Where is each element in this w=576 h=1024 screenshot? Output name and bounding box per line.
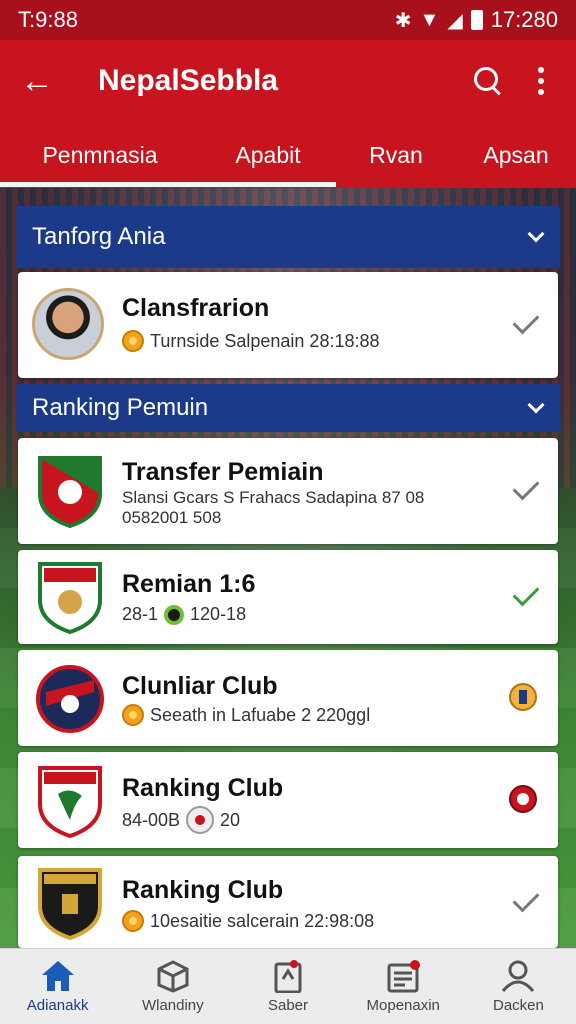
status-icons: ✱ ▼ ◢ 17:280 — [395, 7, 558, 33]
nav-label: Adianakk — [26, 997, 89, 1014]
chevron-down-icon — [527, 225, 545, 243]
more-options-icon[interactable] — [526, 57, 556, 105]
nav-label: Wlandiny — [141, 997, 204, 1014]
list-item[interactable]: Ranking Club 84-00B 20 — [18, 752, 558, 848]
checkmark-icon — [512, 885, 540, 913]
item-subtitle: 10esaitie salcerain 22:98:08 — [122, 910, 374, 932]
nav-home[interactable]: Adianakk — [0, 949, 115, 1024]
club-crest-icon — [36, 665, 104, 733]
clipboard-icon — [274, 960, 302, 993]
item-subtitle-secondary: 0582001 508 — [122, 508, 222, 527]
item-subtitle: 28-1 120-18 — [122, 604, 246, 625]
item-subtitle-text: Seeath in Lafuabe 2 220ggl — [150, 704, 371, 725]
nav-mopenaxin[interactable]: Mopenaxin — [346, 949, 461, 1024]
nav-label: Saber — [267, 997, 309, 1014]
search-icon[interactable] — [462, 57, 510, 105]
item-subtitle-text: 10esaitie salcerain 22:98:08 — [150, 910, 375, 931]
item-title: Ranking Club — [122, 876, 284, 904]
list-item[interactable]: Remian 1:6 28-1 120-18 — [18, 550, 558, 644]
chevron-down-icon — [527, 396, 545, 414]
item-subtitle-text: Turnside Salpenain 28:18:88 — [150, 330, 380, 351]
app-bar: ← NepalSebbla — [0, 40, 576, 122]
signal-icon: ◢ — [447, 9, 463, 32]
bottom-navigation: Adianakk Wlandiny Saber Mopenaxin Dacken — [0, 948, 576, 1024]
tab-apabit[interactable]: Apabit — [200, 122, 336, 188]
nav-label: Dacken — [492, 997, 544, 1014]
item-subtitle: Turnside Salpenain 28:18:88 — [122, 330, 380, 352]
wifi-icon: ▼ — [419, 8, 440, 31]
item-title: Ranking Club — [122, 774, 284, 802]
bluetooth-icon: ✱ — [394, 9, 412, 32]
club-crest-icon — [38, 562, 102, 634]
list-item[interactable]: Clansfrarion Turnside Salpenain 28:18:88 — [18, 272, 558, 378]
coin-icon — [122, 910, 144, 932]
football-icon — [186, 806, 215, 834]
profile-icon — [502, 960, 535, 992]
tab-rvan[interactable]: Rvan — [336, 122, 456, 188]
status-clock: 17:280 — [490, 7, 558, 32]
item-score: 84-00B — [122, 809, 181, 830]
tab-bar: Penmnasia Apabit Rvan Apsan — [0, 122, 576, 188]
live-dot-icon — [164, 604, 185, 625]
app-title: NepalSebbla — [98, 64, 279, 97]
tab-penmnasia[interactable]: Penmnasia — [0, 122, 200, 188]
item-title: Clunliar Club — [122, 672, 278, 700]
list-item[interactable]: Ranking Club 10esaitie salcerain 22:98:0… — [18, 856, 558, 948]
checkmark-green-icon — [512, 579, 540, 607]
nav-saber[interactable]: Saber — [230, 949, 345, 1024]
item-subtitle: Slansi Gcars S Frahacs Sadapina 87 08 — [122, 488, 425, 507]
section-header-ranking[interactable]: Ranking Pemuin — [16, 384, 560, 432]
back-arrow-icon[interactable]: ← — [20, 62, 64, 101]
list-item[interactable]: Clunliar Club Seeath in Lafuabe 2 220ggl — [18, 650, 558, 746]
battery-icon — [470, 10, 483, 30]
club-badge-red-icon — [509, 785, 537, 813]
coin-icon — [122, 704, 144, 726]
checkmark-icon — [512, 307, 540, 335]
nav-wlandiny[interactable]: Wlandiny — [115, 949, 230, 1024]
club-crest-icon — [38, 766, 102, 838]
nav-label: Mopenaxin — [366, 997, 440, 1014]
item-subtitle: Seeath in Lafuabe 2 220ggl — [122, 704, 370, 726]
club-crest-icon — [38, 868, 102, 940]
club-badge-icon — [509, 683, 537, 711]
item-subtitle: 84-00B 20 — [122, 806, 240, 834]
section-title: Ranking Pemuin — [32, 394, 209, 421]
list-item[interactable]: Transfer Pemiain Slansi Gcars S Frahacs … — [18, 438, 558, 544]
checkmark-icon — [512, 473, 540, 501]
item-score-secondary: 20 — [220, 809, 241, 830]
tab-indicator — [0, 182, 336, 187]
item-score-secondary: 120-18 — [190, 604, 247, 624]
item-score: 28-1 — [122, 604, 159, 624]
nav-dacken[interactable]: Dacken — [461, 949, 576, 1024]
section-title: Tanforg Ania — [32, 223, 166, 250]
home-icon — [41, 961, 74, 991]
status-bar: T:9:88 ✱ ▼ ◢ 17:280 — [0, 0, 576, 40]
avatar — [32, 288, 104, 360]
inbox-icon — [387, 960, 421, 993]
item-title: Clansfrarion — [122, 294, 270, 322]
box-icon — [157, 960, 189, 993]
item-title: Remian 1:6 — [122, 570, 256, 598]
tab-apsan[interactable]: Apsan — [456, 122, 576, 188]
status-time: T:9:88 — [18, 7, 78, 32]
coin-icon — [122, 330, 144, 352]
section-header-tanforg[interactable]: Tanforg Ania — [16, 206, 560, 268]
item-title: Transfer Pemiain — [122, 458, 324, 486]
club-crest-icon — [38, 456, 102, 528]
